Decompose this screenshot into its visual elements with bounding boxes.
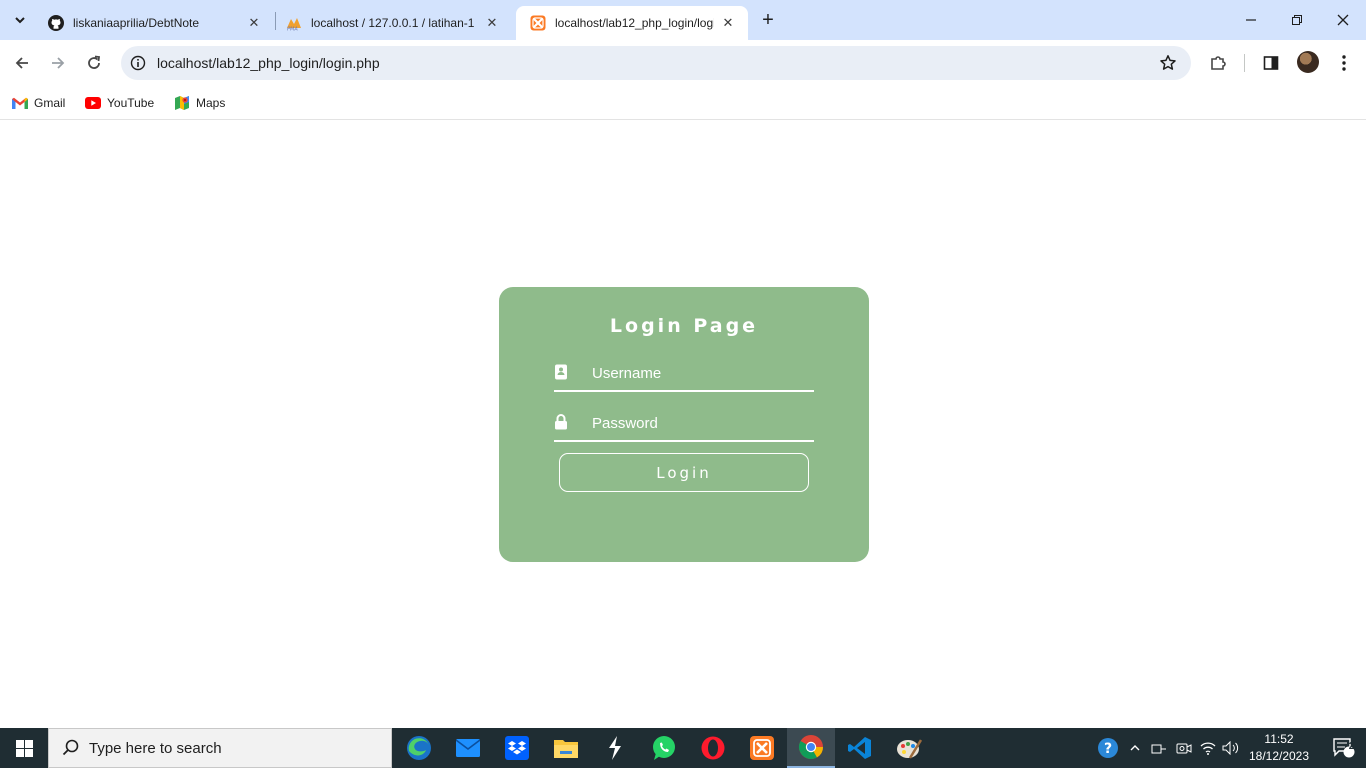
- bookmarks-bar: Gmail YouTube Maps: [0, 86, 1366, 120]
- lock-icon: [554, 414, 568, 430]
- system-clock[interactable]: 11:52 18/12/2023: [1244, 731, 1314, 765]
- user-card-icon: [554, 364, 568, 380]
- dropbox-icon[interactable]: [493, 728, 541, 768]
- login-title: Login Page: [609, 315, 759, 337]
- page-viewport: Login Page Login: [0, 121, 1366, 728]
- edge-icon[interactable]: [395, 728, 443, 768]
- volume-icon[interactable]: [1221, 728, 1241, 768]
- close-tab-icon[interactable]: ✕: [246, 15, 262, 31]
- more-vert-icon: [1342, 55, 1346, 71]
- puzzle-icon: [1211, 56, 1226, 70]
- opera-icon[interactable]: [689, 728, 737, 768]
- password-field: [554, 408, 814, 442]
- close-tab-icon[interactable]: ✕: [720, 15, 736, 31]
- tab-strip: liskaniaaprilia/DebtNote ✕ PMA localhost…: [0, 0, 1366, 40]
- username-field: [554, 358, 814, 392]
- username-input[interactable]: [592, 360, 812, 386]
- phpmyadmin-icon: PMA: [286, 15, 302, 31]
- svg-text:PMA: PMA: [287, 27, 298, 32]
- youtube-icon: [85, 95, 101, 111]
- minimize-icon: [1246, 19, 1256, 21]
- bookmark-label: Gmail: [34, 96, 66, 110]
- close-tab-icon[interactable]: ✕: [484, 15, 500, 31]
- tab-debtnote[interactable]: liskaniaaprilia/DebtNote ✕: [34, 6, 274, 40]
- toolbar-divider: [1244, 54, 1245, 72]
- search-icon: [61, 738, 81, 758]
- tab-search-button[interactable]: [8, 8, 32, 32]
- password-input[interactable]: [592, 410, 812, 436]
- profile-avatar[interactable]: [1297, 51, 1319, 73]
- windows-taskbar: Type here to search ? 11:52 18/12/2023 2: [0, 728, 1366, 768]
- xampp-control-icon[interactable]: [738, 728, 786, 768]
- bookmark-youtube[interactable]: YouTube: [85, 93, 154, 113]
- paint-icon[interactable]: [885, 728, 933, 768]
- side-panel-button[interactable]: [1259, 51, 1283, 75]
- gmail-icon: [12, 95, 28, 111]
- extensions-button[interactable]: [1206, 51, 1230, 75]
- wifi-icon[interactable]: [1198, 728, 1218, 768]
- minimize-button[interactable]: [1228, 0, 1274, 40]
- close-window-button[interactable]: [1320, 0, 1366, 40]
- clock-time: 11:52: [1264, 732, 1294, 746]
- login-button[interactable]: Login: [559, 453, 809, 492]
- side-panel-icon: [1263, 56, 1279, 70]
- arrow-left-icon: [15, 57, 28, 69]
- tab-login-page[interactable]: localhost/lab12_php_login/login.php ✕: [516, 6, 748, 40]
- chrome-icon[interactable]: [787, 728, 835, 768]
- address-bar[interactable]: localhost/lab12_php_login/login.php: [121, 46, 1191, 80]
- xampp-icon: [530, 15, 546, 31]
- search-placeholder: Type here to search: [89, 739, 222, 757]
- bookmark-label: Maps: [196, 96, 226, 110]
- mail-icon[interactable]: [444, 728, 492, 768]
- tab-title: localhost / 127.0.0.1 / latihan-1: [311, 16, 475, 30]
- url-text[interactable]: localhost/lab12_php_login/login.php: [157, 55, 380, 71]
- notification-center-button[interactable]: 2: [1322, 728, 1366, 768]
- back-button[interactable]: [8, 49, 36, 77]
- file-explorer-icon[interactable]: [542, 728, 590, 768]
- arrow-right-icon: [52, 57, 65, 69]
- site-info-icon[interactable]: [129, 54, 147, 72]
- notification-count: 2: [1348, 741, 1355, 752]
- whatsapp-icon[interactable]: [640, 728, 688, 768]
- taskbar-search-box[interactable]: Type here to search: [48, 728, 392, 768]
- network-adapter-icon[interactable]: [1149, 728, 1169, 768]
- camera-icon[interactable]: [1174, 728, 1194, 768]
- bookmark-label: YouTube: [107, 96, 155, 110]
- chevron-up-icon[interactable]: [1126, 728, 1144, 768]
- sublime-icon[interactable]: [591, 728, 639, 768]
- new-tab-button[interactable]: +: [756, 8, 780, 32]
- bookmark-star-icon[interactable]: [1159, 54, 1177, 72]
- bookmark-maps[interactable]: Maps: [174, 93, 225, 113]
- maps-icon: [174, 95, 190, 111]
- svg-text:?: ?: [1104, 741, 1112, 757]
- tab-title: liskaniaaprilia/DebtNote: [73, 16, 200, 30]
- tab-phpmyadmin[interactable]: PMA localhost / 127.0.0.1 / latihan-1 ✕: [272, 6, 512, 40]
- vscode-icon[interactable]: [836, 728, 884, 768]
- reload-button[interactable]: [80, 49, 108, 77]
- reload-icon: [88, 55, 101, 69]
- tab-title: localhost/lab12_php_login/login.php: [555, 16, 714, 30]
- windows-logo-icon: [15, 739, 33, 757]
- browser-toolbar: localhost/lab12_php_login/login.php: [0, 40, 1366, 86]
- clock-date: 18/12/2023: [1248, 749, 1310, 763]
- github-icon: [48, 15, 64, 31]
- forward-button[interactable]: [44, 49, 72, 77]
- restore-icon: [1292, 15, 1302, 25]
- start-button[interactable]: [0, 728, 48, 768]
- bookmark-gmail[interactable]: Gmail: [12, 93, 65, 113]
- login-card: Login Page Login: [499, 287, 869, 562]
- close-icon: [1337, 14, 1349, 26]
- help-icon[interactable]: ?: [1096, 728, 1120, 768]
- chrome-menu-button[interactable]: [1332, 51, 1356, 75]
- chevron-down-icon: [15, 17, 25, 24]
- restore-button[interactable]: [1274, 0, 1320, 40]
